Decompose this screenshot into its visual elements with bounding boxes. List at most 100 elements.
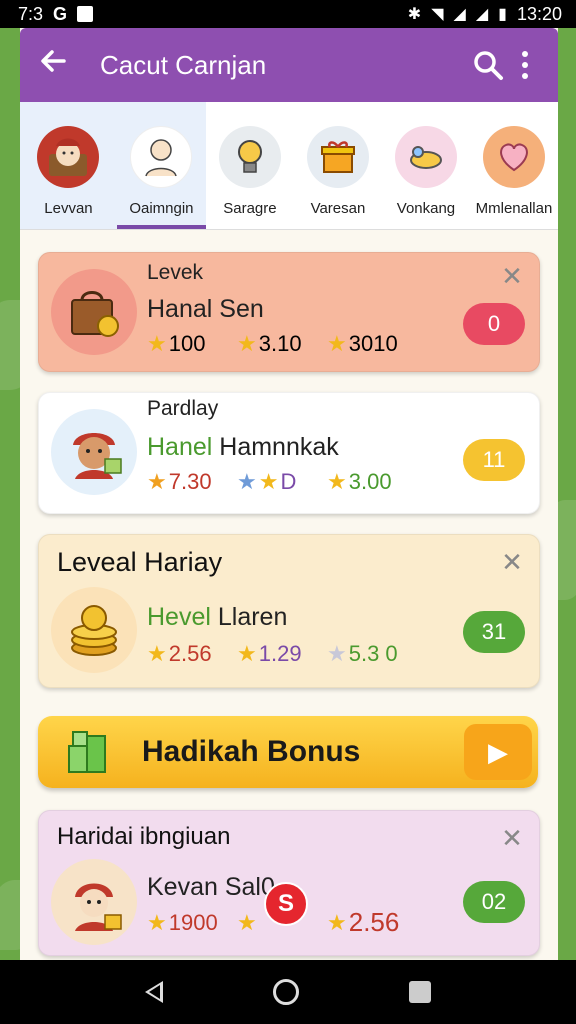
star-icon: ★ <box>147 331 167 356</box>
close-icon[interactable]: ✕ <box>499 261 525 292</box>
stat-item: ★ 1.29 <box>237 641 327 667</box>
nav-home-icon[interactable] <box>273 979 299 1005</box>
tab-levvan[interactable]: Levvan <box>20 102 117 229</box>
wifi-icon: ◥ <box>431 6 444 23</box>
category-label: Mmlenallan <box>475 200 553 217</box>
star-icon: ★ <box>327 909 347 935</box>
stat-item: ★ 3.00 <box>327 469 417 495</box>
stat-value: 7.30 <box>168 469 212 494</box>
system-nav-bar <box>0 960 576 1024</box>
more-vert-icon[interactable] <box>510 43 540 87</box>
lightbulb-icon <box>218 126 281 188</box>
character-icon <box>51 409 137 495</box>
notification-icon <box>77 6 94 22</box>
card-name-text: Hanal Sen <box>147 295 264 323</box>
nav-recents-icon[interactable] <box>409 981 431 1003</box>
person-icon <box>130 126 193 188</box>
card-title: Haridai ibngiuan <box>57 823 231 850</box>
card-title: Leveal Hariay <box>57 547 223 577</box>
tab-saragre[interactable]: Saragre <box>206 102 294 229</box>
signal-icon: ◢ <box>453 6 466 23</box>
star-icon: ★ <box>147 641 167 666</box>
tab-oaimngin[interactable]: Oaimngin <box>116 102 206 229</box>
card-name-highlight: Hanel <box>147 433 213 461</box>
reward-card[interactable]: Levek Hanal Sen ★ 100 ★ 3.10 ★ 3010 ✕ 0 <box>38 252 540 372</box>
card-stats: ★ 7.30 ★ ★ D ★ 3.00 <box>147 469 417 495</box>
stat-value: D <box>280 469 297 494</box>
card-tag: Pardlay <box>147 397 219 420</box>
nav-back-icon[interactable] <box>145 981 163 1003</box>
count-badge: 02 <box>463 881 525 923</box>
category-label: Saragre <box>223 200 277 217</box>
card-name-text: Hamnnkak <box>212 433 339 461</box>
stat-value: 2.56 <box>168 641 212 666</box>
status-bar: 7:3 G ✱ ◥ ◢ ◢ ▮ 13:20 <box>0 0 576 28</box>
stat-value: 3.00 <box>348 469 392 494</box>
heart-icon <box>482 126 545 188</box>
tab-mmlenallan[interactable]: Mmlenallan <box>470 102 558 229</box>
card-name: Hanal Sen <box>147 295 264 324</box>
chest-icon <box>37 126 100 188</box>
gift-icon <box>306 126 369 188</box>
card-tag: Levek <box>147 261 204 284</box>
star-icon: ★ <box>258 469 279 494</box>
count-badge: 31 <box>463 611 525 653</box>
stat-item: ★ 2.56 <box>327 907 417 938</box>
card-name-text: Llaren <box>210 603 288 631</box>
clock: 13:20 <box>516 3 562 24</box>
battery-icon: ▮ <box>498 6 507 23</box>
star-icon: ★ <box>327 331 347 356</box>
reward-card[interactable]: Leveal Hariay ✕ Hevel Llaren ★ 2.56 ★ 1.29… <box>38 534 540 688</box>
card-stats: ★ 100 ★ 3.10 ★ 3010 <box>147 331 417 357</box>
signal-icon: ◢ <box>475 6 489 23</box>
star-icon: ★ <box>147 909 167 935</box>
card-name: Hanel Hamnnkak <box>147 433 339 462</box>
star-icon: ★ <box>237 641 257 666</box>
red-fab-button[interactable]: S <box>264 882 308 926</box>
category-label: Oaimngin <box>129 200 194 217</box>
status-time: 7:3 <box>18 3 44 24</box>
star-icon: ★ <box>327 469 347 494</box>
stat-item: ★ ★ D <box>237 469 327 495</box>
tab-vonkang[interactable]: Vonkang <box>382 102 470 229</box>
bag-icon <box>51 269 137 355</box>
stat-item: ★ 5.3 0 <box>327 641 417 667</box>
stat-value: 5.3 0 <box>348 641 398 666</box>
stat-item: ★ 100 <box>147 331 237 357</box>
star-icon: ★ <box>327 641 347 666</box>
stat-value: 100 <box>168 331 206 356</box>
tab-varesan[interactable]: Varesan <box>294 102 382 229</box>
category-label: Vonkang <box>396 200 456 217</box>
stat-item: ★ 2.56 <box>147 641 237 667</box>
stat-value: 1900 <box>168 909 218 935</box>
toy-icon <box>394 126 457 188</box>
bonus-button[interactable]: Hadikah Bonus ▶ <box>38 716 538 788</box>
search-icon[interactable] <box>466 43 510 87</box>
card-stats: ★ 2.56 ★ 1.29 ★ 5.3 0 <box>147 641 417 667</box>
app-bar: Cacut Carnjan <box>20 28 558 102</box>
card-name: Hevel Llaren <box>147 603 287 632</box>
star-icon: ★ <box>147 469 167 494</box>
category-tabs: Levvan Oaimngin Saragre Varesan Vonkang <box>20 102 558 230</box>
arrow-left-icon[interactable] <box>38 46 78 84</box>
stat-item: ★ 7.30 <box>147 469 237 495</box>
category-label: Varesan <box>310 200 366 217</box>
category-label: Levvan <box>44 200 93 217</box>
card-name-text: Kevan Sal0 <box>147 873 275 901</box>
close-icon[interactable]: ✕ <box>499 547 525 578</box>
page-title: Cacut Carnjan <box>100 49 267 80</box>
stat-value: 3010 <box>348 331 398 356</box>
stat-value: 1.29 <box>258 641 302 666</box>
bonus-label: Hadikah Bonus <box>142 735 361 768</box>
card-name-highlight: Hevel <box>147 603 211 631</box>
play-icon[interactable]: ▶ <box>464 724 532 780</box>
coins-icon <box>51 587 137 673</box>
boxes-icon <box>52 728 122 776</box>
bluetooth-icon: ✱ <box>407 6 422 23</box>
count-badge: 0 <box>463 303 525 345</box>
star-icon: ★ <box>237 331 257 356</box>
reward-card[interactable]: Pardlay Hanel Hamnnkak ★ 7.30 ★ ★ D ★ 3.00 1… <box>38 392 540 514</box>
close-icon[interactable]: ✕ <box>499 823 525 854</box>
g-icon: G <box>53 3 68 24</box>
app-window: Cacut Carnjan Levvan Oaimngin Saragre Va… <box>20 28 558 960</box>
